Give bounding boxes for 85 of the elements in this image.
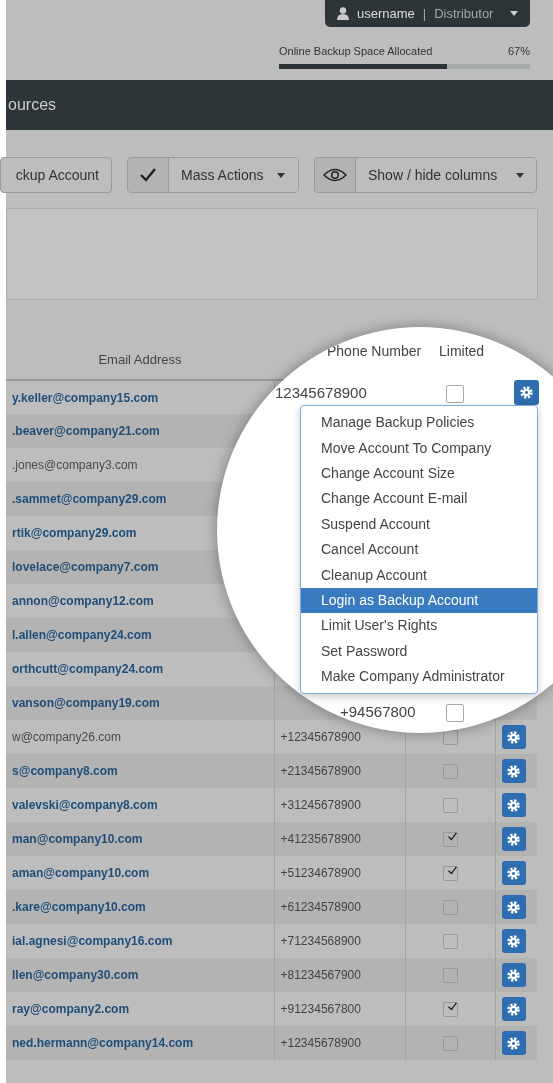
email-link[interactable]: y.keller@company15.com [12,390,159,405]
columns-label: Show / hide columns [368,165,498,185]
settings-button[interactable] [501,895,526,919]
settings-button[interactable] [501,1031,526,1055]
checkbox[interactable] [442,1002,458,1018]
checkbox[interactable] [442,968,458,984]
user-icon [337,7,349,20]
email-link[interactable]: valevski@company8.com [12,798,158,812]
email-link[interactable]: rtik@company29.com [12,526,137,540]
checkbox[interactable] [446,704,464,722]
checkbox[interactable] [442,832,458,848]
page-title: ources [8,95,57,115]
phone-number: +81234567900 [280,968,361,982]
settings-button[interactable] [501,759,526,783]
gear-icon [507,764,520,778]
checkbox[interactable] [442,934,458,950]
phone-number: +41235678900 [280,832,361,846]
checkbox[interactable] [442,1036,458,1052]
menu-item[interactable]: Change Account Size [301,460,537,487]
settings-button[interactable] [501,861,526,885]
menu-item[interactable]: Suspend Account [301,511,537,537]
gear-icon [507,798,520,812]
gear-icon [507,1036,520,1050]
settings-button[interactable] [514,380,539,405]
column-header: Phone Number [327,342,422,361]
email-text: .jones@company3.com [12,458,138,472]
phone-number: +31245678900 [280,798,361,812]
menu-item[interactable]: Limit User's Rights [301,613,537,639]
menu-item[interactable]: Cancel Account [301,536,537,563]
email-link[interactable]: aman@company10.com [12,866,150,880]
menu-item[interactable]: Login as Backup Account [301,587,537,614]
checkbox[interactable] [446,385,464,403]
gear-icon [507,866,520,880]
caret-icon [510,11,518,16]
phone-number: 12345678900 [275,383,367,403]
caret-icon [516,172,524,178]
gear-icon [507,1002,520,1016]
menu-item[interactable]: Set Password [301,638,537,664]
email-link[interactable]: llen@company30.com [12,968,139,982]
menu-item[interactable]: Manage Backup Policies [301,410,537,436]
check-icon [140,168,156,182]
email-link[interactable]: ial.agnesi@company16.com [12,934,173,948]
gear-icon [520,386,533,399]
phone-number: +61234578900 [280,900,361,914]
phone-number: +51234678900 [280,866,361,880]
email-link[interactable]: ray@company2.com [12,1002,130,1016]
settings-button[interactable] [501,997,526,1021]
mass-actions-control[interactable]: Mass Actions [127,157,299,193]
column-header: Limited [439,342,485,361]
add-account-button[interactable]: ckup Account [0,157,112,193]
email-text: w@company26.com [12,730,121,744]
phone-number: +12345678900 [280,1036,361,1050]
phone-number: +71234568900 [280,934,361,948]
settings-button[interactable] [501,929,526,953]
settings-button[interactable] [501,827,526,851]
user-menu-button[interactable]: username | Distributor [325,0,530,27]
gear-icon [507,900,520,914]
email-link[interactable]: s@company8.com [12,764,118,778]
checkbox[interactable] [442,866,458,882]
show-hide-columns-control[interactable]: Show / hide columns [314,157,537,193]
settings-button[interactable] [501,793,526,817]
storage-percent: 67% [507,44,530,59]
gear-icon [507,832,520,846]
checkbox[interactable] [442,764,458,780]
menu-item[interactable]: Move Account To Company [301,435,537,461]
caret-icon [277,172,286,178]
storage-label: Online Backup Space Allocated [279,44,433,59]
email-link[interactable]: orthcutt@company24.com [12,662,164,676]
gear-icon [507,730,520,744]
gear-icon [507,968,520,982]
phone-number: +91234567800 [280,1002,361,1016]
gear-icon [507,934,520,948]
eye-icon [323,168,347,182]
phone-number: +21345678900 [280,764,361,778]
menu-item[interactable]: Change Account E-mail [301,486,537,512]
phone-number: +12345678900 [280,730,361,744]
email-link[interactable]: annon@company12.com [12,594,154,608]
menu-item[interactable]: Cleanup Account [301,562,537,588]
phone-number: +94567800 [340,702,416,722]
checkbox[interactable] [442,900,458,916]
checkbox[interactable] [442,798,458,814]
menu-item[interactable]: Make Company Administrator [301,663,537,690]
settings-button[interactable] [501,963,526,987]
settings-button[interactable] [501,725,526,749]
mass-actions-label: Mass Actions [181,165,264,185]
